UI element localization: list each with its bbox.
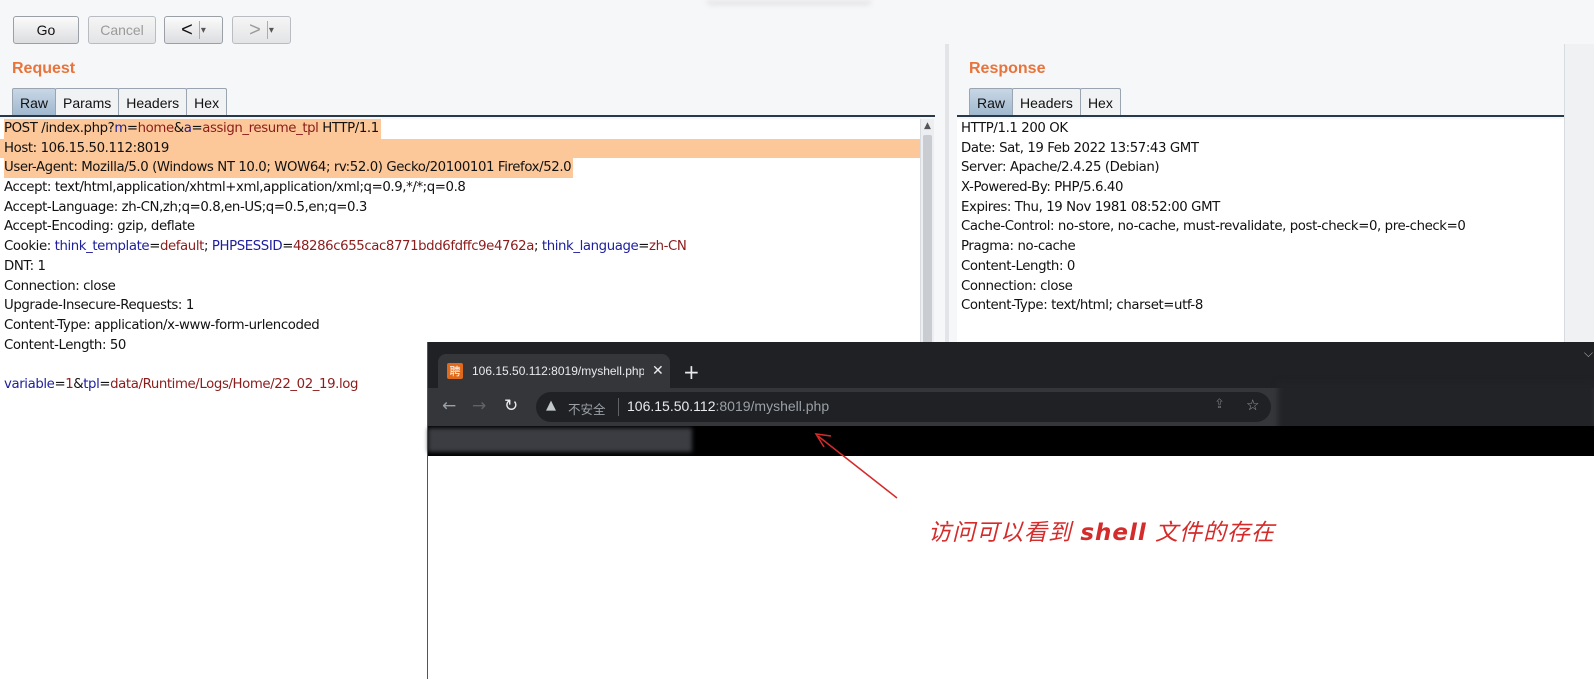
annotation-text: 访问可以看到 shell 文件的存在 (928, 520, 1276, 546)
annotation-arrow (814, 433, 898, 499)
